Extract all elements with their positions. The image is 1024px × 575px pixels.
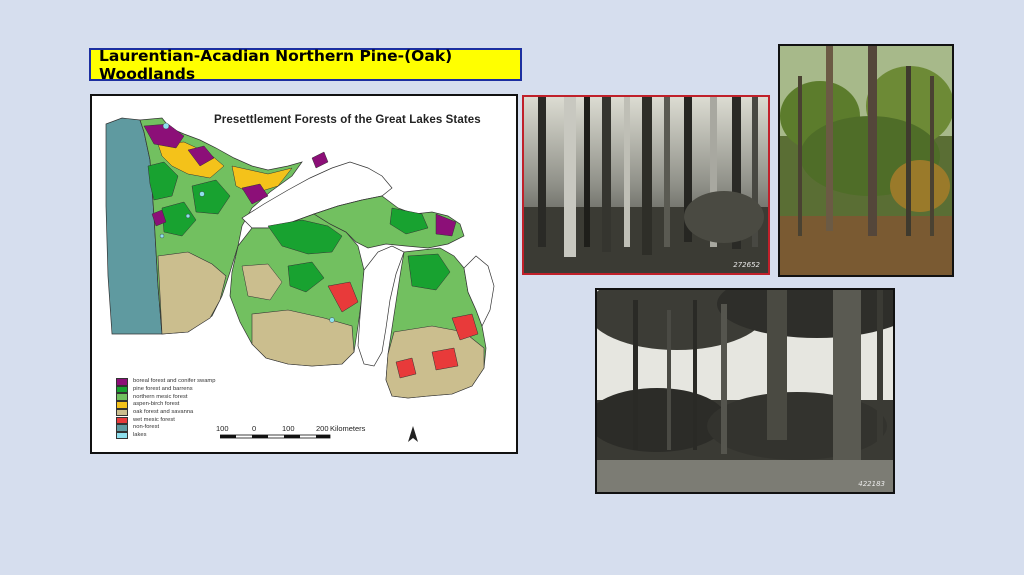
legend-label: wet mesic forest: [133, 416, 175, 423]
legend-swatch: [116, 424, 128, 432]
photo-code: 422183: [858, 480, 885, 488]
legend-swatch: [116, 393, 128, 401]
legend-swatch: [116, 431, 128, 440]
photo-graphic: [780, 46, 952, 275]
legend-label: non-forest: [133, 424, 160, 431]
legend-label: aspen-birch forest: [133, 401, 180, 408]
legend-swatch: [116, 401, 128, 409]
legend-label: oak forest and savanna: [133, 409, 194, 416]
scale-unit-label: Kilometers: [330, 424, 366, 433]
legend-label: lakes: [133, 432, 147, 439]
photo-graphic: [524, 97, 768, 273]
legend-item: wet mesic forest: [116, 416, 216, 425]
photo-graphic: [597, 290, 893, 492]
presettlement-forest-map: Presettlement Forests of the Great Lakes…: [90, 94, 518, 454]
scale-bar-graphic: [220, 434, 331, 439]
legend-label: pine forest and barrens: [133, 386, 193, 393]
scale-tick-label: 200: [316, 424, 329, 433]
historic-pine-forest-photo: 272652: [522, 95, 770, 275]
map-title: Presettlement Forests of the Great Lakes…: [214, 114, 481, 126]
legend-label: northern mesic forest: [133, 393, 188, 400]
photo-code: 272652: [733, 261, 760, 269]
legend-swatch: [116, 408, 128, 417]
scale-tick-label: 0: [252, 424, 257, 433]
legend-item: pine forest and barrens: [116, 385, 216, 394]
north-arrow-icon: [408, 426, 418, 442]
historic-pine-barrens-photo: 422183: [595, 288, 895, 494]
legend-label: boreal forest and conifer swamp: [133, 378, 216, 385]
legend-swatch: [116, 416, 128, 425]
legend-item: oak forest and savanna: [116, 408, 216, 417]
scale-tick-label: 100: [216, 424, 229, 433]
color-pine-woodland-photo: [778, 44, 954, 277]
scale-tick-label: 100: [282, 424, 295, 433]
map-legend: boreal forest and conifer swamp pine fore…: [116, 378, 216, 440]
legend-item: northern mesic forest: [116, 393, 216, 401]
legend-swatch: [116, 378, 128, 386]
legend-swatch: [116, 385, 128, 394]
legend-item: lakes: [116, 431, 216, 440]
legend-item: boreal forest and conifer swamp: [116, 378, 216, 386]
legend-item: non-forest: [116, 424, 216, 432]
slide-title: Laurentian-Acadian Northern Pine-(Oak) W…: [89, 47, 522, 83]
map-scale-bar: 100 0 100 200 Kilometers: [216, 424, 416, 448]
legend-item: aspen-birch forest: [116, 401, 216, 409]
